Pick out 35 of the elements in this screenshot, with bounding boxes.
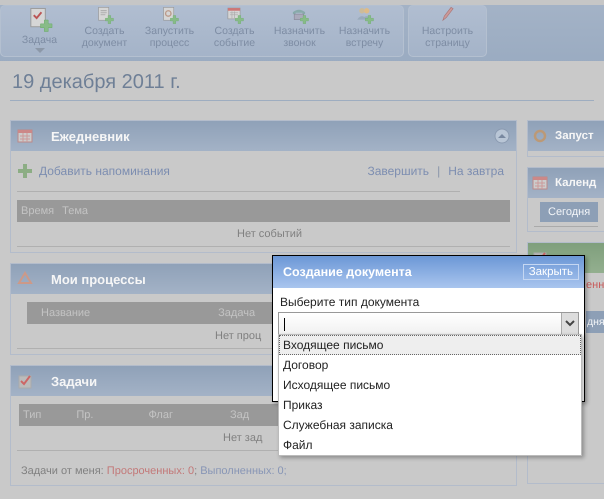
panel-title: Запуст xyxy=(555,130,594,142)
dropdown-option[interactable]: Приказ xyxy=(279,395,581,415)
empty-message: Нет зад xyxy=(223,432,262,444)
today-button[interactable]: Сегодня xyxy=(540,202,598,222)
dropdown-option[interactable]: Входящее письмо xyxy=(279,335,581,355)
calendar-icon xyxy=(17,128,33,144)
filter-button[interactable]: дня xyxy=(586,311,604,333)
empty-message: Нет проц xyxy=(215,330,262,342)
circle-icon xyxy=(532,128,548,144)
dropdown-option[interactable]: Файл xyxy=(279,435,581,455)
dropdown-option[interactable]: Служебная записка xyxy=(279,415,581,435)
date-heading: 19 декабря 2011 г. xyxy=(12,71,182,94)
panel-title: Задачи xyxy=(51,374,98,388)
dropdown-option[interactable]: Исходящее письмо xyxy=(279,375,581,395)
panel-title: Ежедневник xyxy=(51,128,130,144)
collapse-icon[interactable] xyxy=(494,128,510,144)
separator: | xyxy=(437,164,440,178)
calendar-icon xyxy=(532,175,548,191)
plus-icon[interactable] xyxy=(17,163,33,179)
dialog-title: Создание документа xyxy=(283,265,412,279)
panel-title: Календ xyxy=(555,177,596,189)
action-link[interactable]: На завтра xyxy=(448,164,504,178)
triangle-icon xyxy=(17,271,33,287)
status-text: енн xyxy=(585,278,604,293)
document-type-field[interactable] xyxy=(278,312,579,335)
add-reminder-link[interactable]: Добавить напоминания xyxy=(39,164,170,178)
dropdown-option[interactable]: Договор xyxy=(279,355,581,375)
completed-link[interactable]: Выполненных: 0; xyxy=(200,465,287,477)
panel-title: Мои процессы xyxy=(51,272,146,286)
empty-message: Нет событий xyxy=(237,228,302,240)
action-link[interactable]: Завершить xyxy=(367,164,430,178)
overdue-link[interactable]: Просроченных: 0 xyxy=(106,465,194,477)
dropdown-icon[interactable] xyxy=(565,320,575,327)
field-label: Выберите тип документа xyxy=(280,295,420,309)
close-button[interactable]: Закрыть xyxy=(522,264,579,280)
